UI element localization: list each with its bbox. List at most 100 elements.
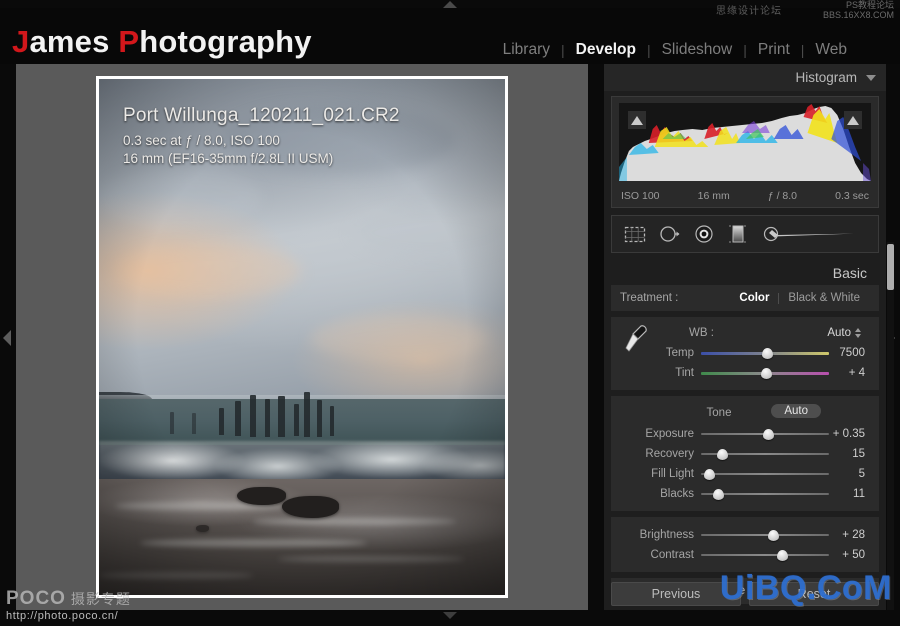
- histogram-panel[interactable]: ISO 100 16 mm ƒ / 8.0 0.3 sec: [611, 96, 879, 208]
- photo-jetty-pylon: [218, 408, 224, 436]
- histogram-aperture: ƒ / 8.0: [767, 190, 798, 202]
- white-balance-selector-icon[interactable]: [623, 323, 649, 357]
- histogram-panel-header[interactable]: Histogram: [604, 64, 886, 91]
- slider-brightness-track[interactable]: [701, 534, 829, 536]
- slider-brightness-label: Brightness: [639, 529, 694, 541]
- poco-url-text: http://photo.poco.cn/: [6, 610, 119, 622]
- slider-brightness-value: + 28: [842, 529, 865, 541]
- image-display-area[interactable]: Port Willunga_120211_021.CR2 0.3 sec at …: [16, 64, 588, 610]
- slider-contrast-value: + 50: [842, 549, 865, 561]
- module-print[interactable]: Print: [747, 41, 801, 59]
- panel-footer-buttons: Previous Reset: [611, 582, 879, 606]
- bottom-panel-reveal-arrow[interactable]: [443, 612, 457, 626]
- logo-text-hotography: hotography: [139, 24, 312, 59]
- photo-rock: [281, 495, 339, 518]
- slider-blacks[interactable]: Blacks 11: [611, 485, 879, 503]
- slider-fill-light-value: 5: [858, 468, 865, 480]
- slider-fill-light-label: Fill Light: [651, 468, 694, 480]
- slider-recovery-label: Recovery: [645, 448, 694, 460]
- slider-temp-value: 7500: [839, 347, 865, 359]
- tone-header: Tone Auto: [611, 403, 879, 423]
- histogram-iso: ISO 100: [621, 190, 660, 202]
- photo-jetty-pylon: [278, 395, 285, 438]
- photo-sea: [99, 398, 505, 446]
- slider-tint-knob[interactable]: [760, 367, 772, 379]
- slider-fill-light-knob[interactable]: [704, 468, 716, 480]
- left-panel-reveal-arrow[interactable]: [3, 330, 11, 346]
- slider-exposure-knob[interactable]: [763, 428, 775, 440]
- slider-blacks-label: Blacks: [660, 488, 694, 500]
- wb-preset-value: Auto: [827, 327, 851, 339]
- slider-brightness-knob[interactable]: [768, 529, 780, 541]
- histogram-focal-length: 16 mm: [697, 190, 730, 202]
- photo-jetty-pylon: [264, 398, 270, 438]
- slider-brightness[interactable]: Brightness + 28: [611, 526, 879, 544]
- tone-group: Tone Auto Exposure + 0.35 Recovery 15 Fi…: [611, 396, 879, 511]
- shadow-clipping-indicator[interactable]: [628, 111, 646, 129]
- highlight-clipping-indicator[interactable]: [844, 111, 862, 129]
- histogram-graph: [619, 104, 871, 181]
- slider-tint-value: + 4: [848, 367, 865, 379]
- treatment-option-black-and-white[interactable]: Black & White: [779, 292, 869, 304]
- photo-jetty-pylon: [293, 404, 299, 437]
- red-eye-correction-tool-icon[interactable]: [694, 225, 714, 243]
- photo-jetty-pylon: [329, 406, 335, 437]
- slider-blacks-knob[interactable]: [713, 488, 725, 500]
- photo-jetty-pylon: [192, 413, 197, 434]
- slider-temp-knob[interactable]: [762, 347, 774, 359]
- photo-jetty-pylon: [170, 412, 175, 434]
- module-slideshow[interactable]: Slideshow: [651, 41, 744, 59]
- tone-label: Tone: [706, 407, 732, 419]
- histogram-exif-readout: ISO 100 16 mm ƒ / 8.0 0.3 sec: [621, 190, 869, 202]
- crop-overlay-tool-icon[interactable]: [624, 226, 646, 243]
- photo-surf-line: [99, 441, 505, 483]
- slider-fill-light[interactable]: Fill Light 5: [611, 465, 879, 483]
- brightness-contrast-group: Brightness + 28 Contrast + 50: [611, 517, 879, 572]
- white-balance-group: WB : Auto Temp 7500 Tint + 4: [611, 317, 879, 390]
- treatment-option-color[interactable]: Color: [730, 292, 778, 304]
- identity-plate-logo[interactable]: James Photography: [12, 24, 312, 60]
- slider-exposure-label: Exposure: [645, 428, 694, 440]
- basic-panel-title: Basic: [832, 264, 867, 281]
- right-develop-panel: Histogram ISO 100 16 mm ƒ / 8.0 0.3 sec …: [604, 64, 894, 610]
- photo-rock: [237, 486, 286, 506]
- wb-label: WB :: [689, 327, 714, 339]
- slider-contrast[interactable]: Contrast + 50: [611, 546, 879, 564]
- photo-rock: [196, 525, 209, 532]
- treatment-row: Treatment : Color Black & White: [611, 285, 879, 311]
- module-develop[interactable]: Develop: [565, 41, 647, 59]
- slider-tint[interactable]: Tint + 4: [611, 364, 879, 382]
- tone-auto-button[interactable]: Auto: [771, 404, 821, 418]
- wb-preset-dropdown[interactable]: Auto: [827, 327, 861, 339]
- slider-recovery-knob[interactable]: [717, 448, 729, 460]
- slider-exposure-value: + 0.35: [832, 428, 865, 440]
- previous-button[interactable]: Previous: [611, 582, 741, 606]
- graduated-filter-tool-icon[interactable]: [727, 224, 749, 244]
- slider-temp[interactable]: Temp 7500: [611, 344, 879, 362]
- module-web[interactable]: Web: [804, 41, 858, 59]
- scrollbar-thumb[interactable]: [887, 244, 894, 290]
- right-panel-scrollbar[interactable]: [887, 242, 894, 610]
- slider-exposure[interactable]: Exposure + 0.35: [611, 425, 879, 443]
- chevron-down-icon[interactable]: [866, 74, 876, 81]
- histogram-plot[interactable]: [619, 103, 871, 181]
- spot-removal-tool-icon[interactable]: [659, 225, 681, 243]
- slider-recovery[interactable]: Recovery 15: [611, 445, 879, 463]
- slider-recovery-value: 15: [852, 448, 865, 460]
- reset-button[interactable]: Reset: [749, 582, 879, 606]
- photo-jetty-pylon: [304, 391, 310, 438]
- adjustment-brush-tool-icon[interactable]: [762, 226, 858, 242]
- slider-fill-light-track[interactable]: [701, 473, 829, 475]
- slider-contrast-knob[interactable]: [777, 549, 789, 561]
- module-library[interactable]: Library: [492, 41, 561, 59]
- photo-jetty-pylon: [250, 394, 257, 438]
- logo-text-ames: ames: [29, 24, 119, 59]
- basic-panel-header[interactable]: Basic: [604, 260, 886, 285]
- slider-blacks-value: 11: [853, 488, 865, 500]
- module-picker: Library | Develop | Slideshow | Print | …: [492, 41, 858, 59]
- stepper-icon[interactable]: [855, 328, 861, 338]
- logo-initial-j: J: [12, 24, 30, 59]
- slider-contrast-track[interactable]: [701, 554, 829, 556]
- histogram-shutter-speed: 0.3 sec: [835, 190, 869, 202]
- photo-image[interactable]: Port Willunga_120211_021.CR2 0.3 sec at …: [99, 79, 505, 595]
